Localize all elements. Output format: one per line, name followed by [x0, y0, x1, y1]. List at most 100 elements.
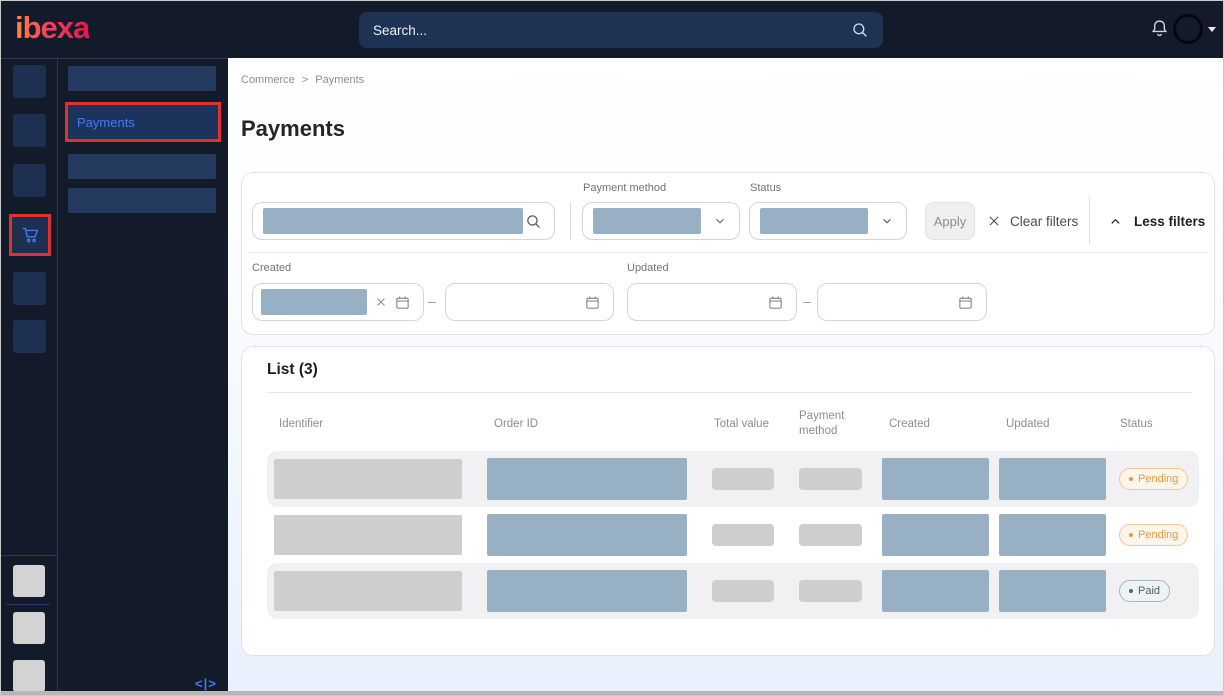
search-icon — [851, 21, 869, 39]
payment-method-placeholder — [799, 468, 862, 490]
table-row[interactable]: Pending — [267, 507, 1199, 563]
filter-divider-2 — [1089, 197, 1090, 244]
status-dot-icon — [1129, 477, 1133, 481]
payment-method-value-placeholder — [593, 208, 701, 234]
user-menu-caret-icon[interactable] — [1208, 27, 1216, 32]
submenu-item-1[interactable] — [68, 66, 216, 91]
window-bottom-edge — [1, 691, 1223, 695]
total-value-placeholder — [712, 580, 774, 602]
shopping-cart-icon — [19, 224, 41, 246]
clear-date-icon[interactable] — [375, 296, 387, 308]
global-search[interactable] — [359, 12, 883, 48]
calendar-icon[interactable] — [957, 294, 974, 311]
status-badge: Pending — [1119, 524, 1188, 546]
submenu-item-payments-label: Payments — [77, 115, 135, 130]
submenu-item-payments[interactable]: Payments — [65, 102, 221, 142]
search-value-placeholder — [263, 208, 523, 234]
apply-button[interactable]: Apply — [925, 202, 975, 240]
sidebar-item-commerce[interactable] — [9, 214, 51, 256]
sidebar-item-3[interactable] — [13, 164, 46, 197]
updated-label: Updated — [627, 262, 669, 274]
col-order-id: Order ID — [482, 417, 702, 432]
created-label: Created — [252, 262, 291, 274]
breadcrumb: Commerce > Payments — [241, 74, 364, 86]
calendar-icon[interactable] — [767, 294, 784, 311]
identifier-placeholder — [274, 515, 462, 555]
updated-placeholder — [999, 514, 1106, 556]
submenu-item-3[interactable] — [68, 154, 216, 179]
table-row[interactable]: Pending — [267, 451, 1199, 507]
submenu-item-4[interactable] — [68, 188, 216, 213]
top-bar: ibexa — [1, 1, 1223, 58]
created-placeholder — [882, 514, 989, 556]
app-window: ibexa — [0, 0, 1224, 696]
rail-divider — [57, 59, 58, 695]
col-total-value: Total value — [702, 417, 787, 432]
filter-rows-divider — [249, 252, 1208, 253]
less-filters-label: Less filters — [1134, 214, 1205, 229]
status-value-placeholder — [760, 208, 868, 234]
less-filters-button[interactable]: Less filters — [1108, 202, 1205, 240]
chevron-up-icon — [1108, 214, 1123, 229]
sidebar-item-6[interactable] — [13, 320, 46, 353]
status-badge-label: Pending — [1138, 473, 1178, 485]
global-search-input[interactable] — [373, 23, 851, 38]
filter-search-input[interactable] — [252, 202, 555, 240]
col-updated: Updated — [994, 417, 1112, 432]
col-created: Created — [877, 417, 994, 432]
payment-method-label: Payment method — [583, 182, 666, 194]
main-content: Commerce > Payments Payments Payment met… — [228, 58, 1223, 695]
calendar-icon[interactable] — [584, 294, 601, 311]
status-label: Status — [750, 182, 781, 194]
sidebar-item-2[interactable] — [13, 114, 46, 147]
table-row[interactable]: Paid — [267, 563, 1199, 619]
chevron-down-icon — [713, 214, 727, 228]
search-icon — [525, 213, 542, 230]
calendar-icon[interactable] — [394, 294, 411, 311]
total-value-placeholder — [712, 468, 774, 490]
status-dot-icon — [1129, 533, 1133, 537]
chevron-down-icon — [880, 214, 894, 228]
clear-filters-label: Clear filters — [1010, 214, 1078, 229]
notifications-bell-icon[interactable] — [1149, 18, 1170, 40]
rail-section-divider-2 — [6, 604, 50, 605]
status-badge-label: Paid — [1138, 585, 1160, 597]
breadcrumb-item-commerce[interactable]: Commerce — [241, 74, 295, 86]
order-id-placeholder — [487, 570, 687, 612]
sidebar-resize-icon[interactable]: <|> — [195, 676, 217, 691]
table-header: Identifier Order ID Total value Payment … — [267, 402, 1199, 446]
created-to-date-input[interactable] — [445, 283, 614, 321]
sidebar-item-1[interactable] — [13, 65, 46, 98]
sidebar-item-5[interactable] — [13, 272, 46, 305]
filter-divider — [570, 202, 571, 240]
identifier-placeholder — [274, 459, 462, 499]
order-id-placeholder — [487, 458, 687, 500]
status-badge: Paid — [1119, 580, 1170, 602]
user-avatar[interactable] — [1173, 14, 1203, 44]
rail-section-divider — [1, 555, 57, 556]
payment-method-placeholder — [799, 580, 862, 602]
col-payment-method: Payment method — [787, 409, 877, 439]
sidebar-item-bottom-2[interactable] — [13, 612, 45, 644]
col-identifier: Identifier — [267, 417, 482, 432]
sidebar-item-bottom-1[interactable] — [13, 565, 45, 597]
status-badge-label: Pending — [1138, 529, 1178, 541]
status-select[interactable] — [749, 202, 907, 240]
close-icon — [987, 214, 1001, 228]
page-title: Payments — [241, 116, 345, 142]
clear-filters-button[interactable]: Clear filters — [987, 202, 1078, 240]
updated-from-date-input[interactable] — [627, 283, 797, 321]
ibexa-logo[interactable]: ibexa — [15, 10, 89, 46]
created-from-date-input[interactable] — [252, 283, 424, 321]
updated-placeholder — [999, 458, 1106, 500]
status-badge: Pending — [1119, 468, 1188, 490]
created-placeholder — [882, 458, 989, 500]
identifier-placeholder — [274, 571, 462, 611]
payment-method-select[interactable] — [582, 202, 740, 240]
updated-to-date-input[interactable] — [817, 283, 987, 321]
breadcrumb-item-payments[interactable]: Payments — [315, 74, 364, 86]
sidebar-item-bottom-3[interactable] — [13, 660, 45, 692]
filters-panel: Payment method Status Apply — [241, 172, 1215, 335]
created-from-value-placeholder — [261, 289, 367, 315]
range-dash: – — [428, 293, 436, 309]
